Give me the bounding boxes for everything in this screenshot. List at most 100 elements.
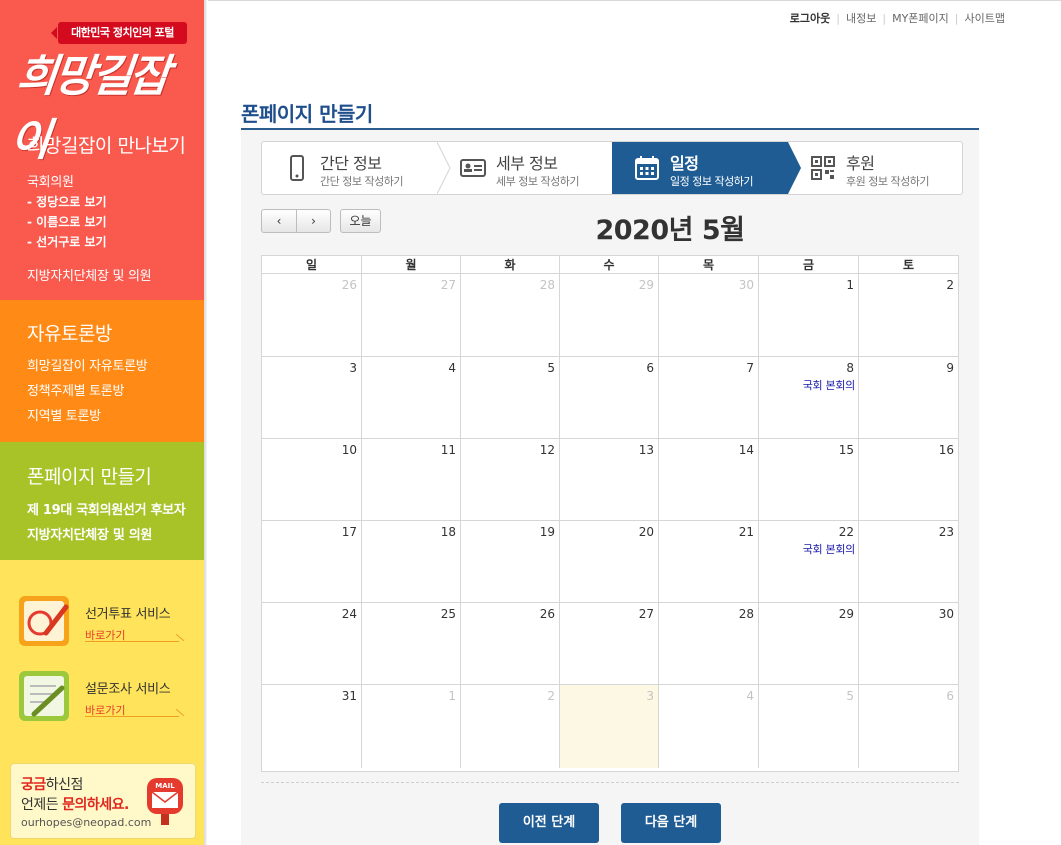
separator: | <box>836 12 840 25</box>
step-subtitle: 세부 정보 작성하기 <box>496 175 579 188</box>
calendar-day[interactable]: 5 <box>758 684 858 768</box>
contact-email[interactable]: ourhopes@neopad.com <box>21 816 151 829</box>
contact-highlight: 궁금 <box>21 777 46 793</box>
calendar-day[interactable]: 20 <box>559 520 658 602</box>
calendar-day[interactable]: 29 <box>559 274 658 356</box>
sidebar-item-by-district[interactable]: - 선거구로 보기 <box>27 233 107 250</box>
step-title: 후원 <box>846 154 875 173</box>
myinfo-link[interactable]: 내정보 <box>846 12 876 25</box>
calendar-day[interactable]: 13 <box>559 438 658 520</box>
calendar-day[interactable]: 30 <box>658 274 758 356</box>
sidebar-title-meet[interactable]: 희망길잡이 만나보기 <box>27 131 186 158</box>
calendar-day[interactable]: 23 <box>858 520 958 602</box>
step-subtitle: 일정 정보 작성하기 <box>670 175 753 188</box>
calendar-day[interactable]: 12 <box>460 438 559 520</box>
logout-link[interactable]: 로그아웃 <box>790 12 830 25</box>
sidebar-item-local[interactable]: 지방자치단체장 및 의원 <box>27 265 152 284</box>
day-number: 10 <box>341 443 357 457</box>
calendar-day[interactable]: 11 <box>361 438 460 520</box>
sidebar-item-assembly[interactable]: 국회의원 <box>27 171 74 190</box>
sidebar-item-region-forum[interactable]: 지역별 토론방 <box>27 405 101 424</box>
survey-service[interactable]: 설문조사 서비스 바로가기 <box>16 668 191 732</box>
day-number: 27 <box>638 607 654 621</box>
step-detail-info[interactable]: 세부 정보 세부 정보 작성하기 <box>438 142 614 194</box>
calendar-day[interactable]: 29 <box>758 602 858 684</box>
calendar-day[interactable]: 8 국회 본회의 <box>758 356 858 438</box>
step-basic-info[interactable]: 간단 정보 간단 정보 작성하기 <box>262 142 438 194</box>
calendar-day[interactable]: 26 <box>460 602 559 684</box>
day-number: 19 <box>539 525 555 539</box>
calendar-day[interactable]: 7 <box>658 356 758 438</box>
calendar-day[interactable]: 6 <box>559 356 658 438</box>
calendar-event[interactable]: 국회 본회의 <box>803 541 856 557</box>
sidebar-item-by-name[interactable]: - 이름으로 보기 <box>27 213 107 230</box>
calendar-day[interactable]: 30 <box>858 602 958 684</box>
day-number: 1 <box>448 689 456 703</box>
day-number: 29 <box>638 278 654 292</box>
calendar-day[interactable]: 9 <box>858 356 958 438</box>
step-title: 일정 <box>670 154 699 173</box>
calendar-day[interactable]: 21 <box>658 520 758 602</box>
prev-month-button[interactable]: ‹ <box>261 209 297 233</box>
day-number: 4 <box>448 361 456 375</box>
next-step-button[interactable]: 다음 단계 <box>621 803 721 843</box>
sidebar-item-policy-forum[interactable]: 정책주제별 토론방 <box>27 380 124 399</box>
calendar-day[interactable]: 6 <box>858 684 958 768</box>
day-number: 8 <box>846 361 854 375</box>
calendar-event[interactable]: 국회 본회의 <box>803 377 856 393</box>
sidebar-orange-section: 자유토론방 희망길잡이 자유토론방 정책주제별 토론방 지역별 토론방 <box>0 300 204 442</box>
today-button[interactable]: 오늘 <box>340 209 381 233</box>
step-support[interactable]: 후원 후원 정보 작성하기 <box>788 142 964 194</box>
sidebar-green-section: 폰페이지 만들기 제 19대 국회의원선거 후보자 지방자치단체장 및 의원 <box>0 442 204 560</box>
step-schedule[interactable]: 일정 일정 정보 작성하기 <box>612 142 788 194</box>
next-month-button[interactable]: › <box>296 209 331 233</box>
sidebar-title-forum[interactable]: 자유토론방 <box>27 319 112 346</box>
calendar-day[interactable]: 27 <box>361 274 460 356</box>
calendar-day[interactable]: 2 <box>460 684 559 768</box>
calendar-day[interactable]: 4 <box>658 684 758 768</box>
calendar-day[interactable]: 1 <box>361 684 460 768</box>
step-title: 세부 정보 <box>496 154 558 173</box>
sidebar-item-by-party[interactable]: - 정당으로 보기 <box>27 193 107 210</box>
sitemap-link[interactable]: 사이트맵 <box>965 12 1005 25</box>
day-number: 20 <box>638 525 654 539</box>
calendar-day[interactable]: 16 <box>858 438 958 520</box>
calendar-day[interactable]: 19 <box>460 520 559 602</box>
calendar-day[interactable]: 14 <box>658 438 758 520</box>
calendar-day[interactable]: 28 <box>460 274 559 356</box>
calendar-day[interactable]: 5 <box>460 356 559 438</box>
vote-service[interactable]: 선거투표 서비스 바로가기 <box>16 593 191 657</box>
dashed-divider <box>261 782 959 783</box>
day-number: 27 <box>440 278 456 292</box>
day-number: 30 <box>938 607 954 621</box>
calendar-day[interactable]: 24 <box>262 602 361 684</box>
sidebar-item-local-officials[interactable]: 지방자치단체장 및 의원 <box>27 524 152 543</box>
calendar-day[interactable]: 25 <box>361 602 460 684</box>
calendar-day-today[interactable]: 3 <box>559 684 658 768</box>
calendar-day[interactable]: 17 <box>262 520 361 602</box>
day-number: 21 <box>738 525 754 539</box>
sidebar-item-free-forum[interactable]: 희망길잡이 자유토론방 <box>27 355 148 374</box>
calendar-day[interactable]: 4 <box>361 356 460 438</box>
my-fanpage-link[interactable]: MY폰페이지 <box>892 12 949 25</box>
calendar-day[interactable]: 26 <box>262 274 361 356</box>
previous-step-button[interactable]: 이전 단계 <box>499 803 599 843</box>
calendar-day[interactable]: 27 <box>559 602 658 684</box>
mailbox-icon: MAIL <box>146 776 184 826</box>
sidebar-title-fanpage[interactable]: 폰페이지 만들기 <box>27 462 152 489</box>
sidebar-item-candidates[interactable]: 제 19대 국회의원선거 후보자 <box>27 499 186 518</box>
calendar-day[interactable]: 1 <box>758 274 858 356</box>
calendar-day[interactable]: 15 <box>758 438 858 520</box>
calendar-day[interactable]: 10 <box>262 438 361 520</box>
day-number: 23 <box>938 525 954 539</box>
calendar-icon <box>634 155 660 181</box>
calendar-day[interactable]: 3 <box>262 356 361 438</box>
calendar-day[interactable]: 22 국회 본회의 <box>758 520 858 602</box>
calendar-day[interactable]: 2 <box>858 274 958 356</box>
contact-box[interactable]: 궁금하신점 언제든 문의하세요. ourhopes@neopad.com MAI… <box>10 763 196 839</box>
day-number: 29 <box>838 607 854 621</box>
day-number: 13 <box>638 443 654 457</box>
calendar-day[interactable]: 28 <box>658 602 758 684</box>
calendar-day[interactable]: 31 <box>262 684 361 768</box>
calendar-day[interactable]: 18 <box>361 520 460 602</box>
